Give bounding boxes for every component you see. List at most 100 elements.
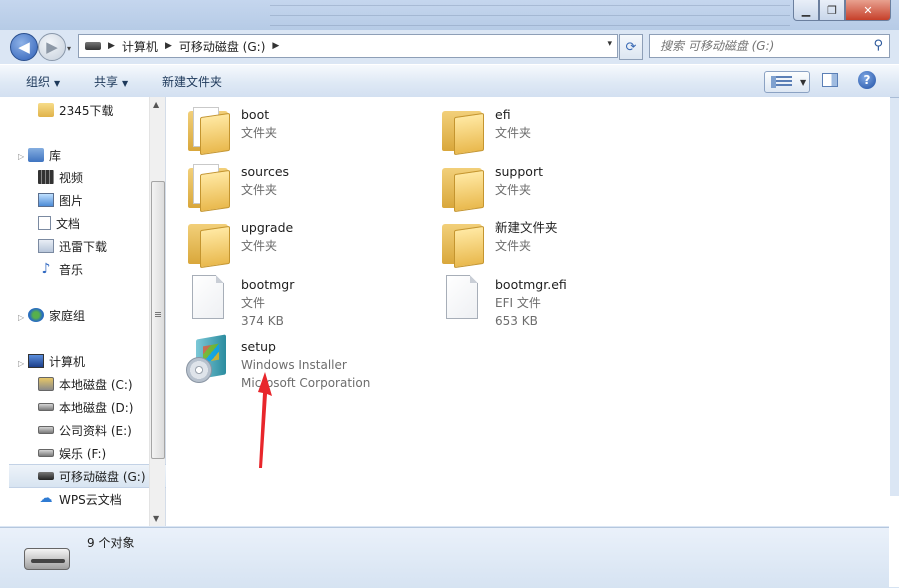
sidebar-item-label: 音乐 [59,262,84,277]
file-name: setup [241,339,276,354]
title-bar[interactable]: ▁ ❐ ✕ [0,0,899,30]
file-size: 653 KB [495,314,538,328]
file-item-sources[interactable]: sources 文件夹 [184,160,290,213]
file-item-setup[interactable]: setup Windows Installer Microsoft Corpor… [184,334,370,392]
grip-icon [155,312,161,318]
drive-icon [38,449,54,457]
file-type: 文件夹 [241,126,278,140]
back-button[interactable]: ◀ [10,33,38,61]
file-name: bootmgr [241,277,295,292]
drive-icon [38,403,54,411]
usb-drive-icon [24,548,70,570]
sidebar-item-label: 库 [49,148,62,163]
file-name: bootmgr.efi [495,277,567,292]
download-icon [38,239,54,253]
navigation-pane: 2345下载 ▷ 库 视频 图片 文档 迅雷下载 ♪ 音乐 ▷ 家庭组 ▷ 计算… [0,97,177,526]
video-icon [38,170,54,184]
close-button[interactable]: ✕ [845,0,891,21]
file-size: 374 KB [241,314,284,328]
file-list: boot 文件夹 efi 文件夹 sources 文件夹 support 文件夹 upg… [166,97,890,526]
file-name: sources [241,164,290,179]
sidebar-item-label: 娱乐 (F:) [59,446,107,461]
file-type: EFI 文件 [495,296,541,310]
maximize-button[interactable]: ❐ [819,0,845,21]
scroll-down-arrow-icon[interactable]: ▼ [153,514,159,523]
refresh-button[interactable]: ⟳ [619,34,643,60]
file-name: boot [241,107,270,122]
file-name: upgrade [241,220,294,235]
organize-menu-button[interactable]: 组织 ▼ [26,73,60,90]
scroll-up-arrow-icon[interactable]: ▲ [153,100,159,109]
recent-pages-dropdown[interactable]: ▾ [67,44,71,53]
folder-icon [438,103,486,156]
usb-drive-icon [38,472,54,480]
explorer-window: ▁ ❐ ✕ ◀ ▶ ▾ ▶ 计算机 ▶ 可移动磁盘 (G:) ▶ ▾ ⟳ ⚲ 组… [0,0,899,588]
sidebar-item-label: 迅雷下载 [59,239,108,254]
search-icon[interactable]: ⚲ [873,38,883,53]
sidebar-item-label: 文档 [56,216,81,231]
file-icon [184,273,232,325]
search-box[interactable]: ⚲ [649,34,890,58]
installer-icon [184,334,232,387]
usb-drive-icon [85,42,101,50]
chevron-down-icon[interactable]: ▼ [800,78,806,87]
share-label: 共享 [94,75,119,89]
file-type: 文件夹 [495,183,532,197]
command-bar: 组织 ▼ 共享 ▼ 新建文件夹 ▼ ? [0,64,899,98]
document-icon [38,216,51,230]
search-input[interactable] [658,38,862,54]
folder-icon [184,160,232,213]
file-item-support[interactable]: support 文件夹 [438,160,543,213]
system-drive-icon [38,377,54,391]
annotation-arrow-icon [258,372,272,468]
breadcrumb-arrow-icon[interactable]: ▶ [272,41,279,51]
image-icon [38,193,54,207]
sidebar-item-label: 视频 [59,170,84,185]
library-icon [28,148,44,162]
file-item-new-folder[interactable]: 新建文件夹 文件夹 [438,216,558,269]
sidebar-item-label: 公司资料 (E:) [59,423,132,438]
window-controls: ▁ ❐ ✕ [793,0,891,21]
new-folder-button[interactable]: 新建文件夹 [162,73,222,90]
file-type: 文件夹 [495,239,532,253]
breadcrumb-removable-disk[interactable]: 可移动磁盘 (G:) [179,38,266,55]
folder-icon [38,103,54,117]
preview-pane-icon[interactable] [822,73,838,87]
file-type: 文件夹 [241,183,278,197]
change-view-button[interactable]: ▼ [764,71,810,93]
navigation-bar: ◀ ▶ ▾ ▶ 计算机 ▶ 可移动磁盘 (G:) ▶ ▾ ⟳ ⚲ [0,30,899,64]
file-name: efi [495,107,511,122]
sidebar-item-label: WPS云文档 [59,492,122,507]
breadcrumb-arrow-icon[interactable]: ▶ [108,41,115,51]
scrollbar-thumb[interactable] [151,181,165,459]
address-dropdown[interactable]: ▾ [607,39,612,49]
file-item-efi[interactable]: efi 文件夹 [438,103,532,156]
folder-icon [184,103,232,156]
cloud-icon: ☁ [39,491,53,506]
file-item-bootmgr[interactable]: bootmgr 文件 374 KB [184,273,294,330]
file-type: 文件夹 [495,126,532,140]
file-item-boot[interactable]: boot 文件夹 [184,103,278,156]
minimize-button[interactable]: ▁ [793,0,819,21]
folder-icon [438,216,486,269]
view-details-icon [771,76,792,88]
folder-icon [184,216,232,269]
file-item-upgrade[interactable]: upgrade 文件夹 [184,216,294,269]
help-icon[interactable]: ? [858,71,876,89]
homegroup-icon [28,308,44,322]
file-icon [438,273,486,325]
breadcrumb-arrow-icon[interactable]: ▶ [165,41,172,51]
chevron-down-icon: ▼ [54,79,61,88]
sidebar-item-label: 本地磁盘 (C:) [59,377,133,392]
breadcrumb-computer[interactable]: 计算机 [122,38,158,55]
status-bar: 9 个对象 [0,527,899,588]
background-window-blur [270,0,790,30]
file-item-bootmgr-efi[interactable]: bootmgr.efi EFI 文件 653 KB [438,273,567,330]
navigation-scrollbar[interactable]: ▲ ▼ [149,97,165,526]
forward-button[interactable]: ▶ [38,33,66,61]
address-bar[interactable]: ▶ 计算机 ▶ 可移动磁盘 (G:) ▶ ▾ [78,34,618,58]
share-menu-button[interactable]: 共享 ▼ [94,73,128,90]
chevron-down-icon: ▼ [122,79,129,88]
file-type: 文件 [241,296,266,310]
organize-label: 组织 [26,75,51,89]
